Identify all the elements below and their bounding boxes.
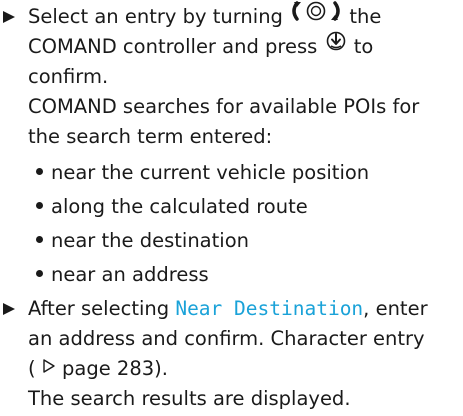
bullet-icon (36, 202, 43, 209)
step2-text-a: After selecting (28, 297, 170, 320)
step2-line3: ( page 283). (0, 354, 463, 384)
manual-page: Select an entry by turning the COMAND co… (0, 0, 463, 414)
list-item: near the destination (36, 224, 463, 258)
bullet-icon (36, 236, 43, 243)
step1-text-a: Select an entry by turning (28, 5, 283, 28)
step-arrow-icon (3, 303, 15, 315)
step1-line2-end: to (353, 35, 374, 58)
step-near-destination: After selecting Near Destination, enter (0, 294, 463, 324)
step1-line5: the search term entered: (28, 125, 273, 148)
menu-item-near-destination: Near Destination (175, 297, 364, 320)
list-item-label: near the current vehicle position (51, 161, 370, 184)
step2-line4: The search results are displayed. (28, 387, 351, 410)
step1-line4: COMAND searches for available POIs for (28, 95, 420, 118)
step1-text-b: the (349, 5, 382, 28)
page-reference-text[interactable]: page 283). (62, 357, 168, 380)
step-select-entry: Select an entry by turning the (0, 0, 463, 32)
controller-turn-icon (289, 0, 343, 31)
bullet-icon (36, 168, 43, 175)
list-item: along the calculated route (36, 190, 463, 224)
step1-line2: COMAND controller and press to (0, 30, 463, 62)
step-arrow-icon (3, 11, 15, 23)
list-item: near an address (36, 258, 463, 292)
list-item-label: along the calculated route (51, 195, 308, 218)
page-ref-open: ( (28, 357, 36, 380)
controller-press-icon (324, 30, 348, 61)
step1-line3: confirm. (28, 65, 109, 88)
search-options-list: near the current vehicle position along … (0, 156, 463, 292)
step2-text-b: , enter (363, 297, 428, 320)
step1-line2-text: COMAND controller and press (28, 35, 318, 58)
step2-line2: an address and confirm. Character entry (28, 327, 425, 350)
list-item-label: near an address (51, 263, 209, 286)
page-reference-icon (42, 353, 56, 383)
list-item-label: near the destination (51, 229, 249, 252)
list-item: near the current vehicle position (36, 156, 463, 190)
bullet-icon (36, 270, 43, 277)
